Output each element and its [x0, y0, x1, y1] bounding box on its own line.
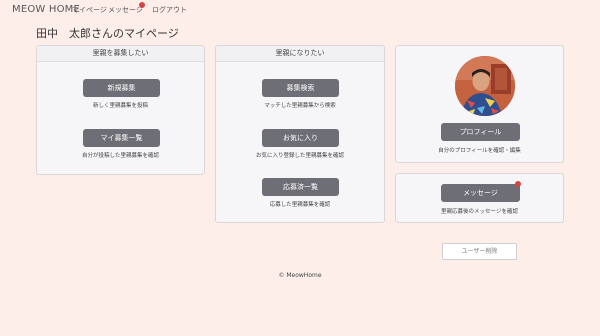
favorites-desc: お気に入り登録した里親募集を確認 [255, 153, 344, 159]
recruit-card: 里親を募集したい 新規募集 新しく里親募集を投稿 マイ募集一覧 自分が投稿した里… [36, 45, 205, 175]
footer-copyright: © MeowHome [278, 272, 322, 279]
messages-desc: 里親応募後のメッセージを確認 [441, 209, 518, 215]
adopt-card-header: 里親になりたい [216, 46, 384, 62]
profile-card: プロフィール 自分のプロフィールを確認・編集 [395, 45, 564, 163]
recruit-card-header: 里親を募集したい [37, 46, 204, 62]
search-recruits-desc: マッチした里親募集から検索 [264, 103, 336, 109]
my-recruits-button[interactable]: マイ募集一覧 [83, 129, 160, 147]
messages-button[interactable]: メッセージ [441, 184, 520, 202]
applied-list-button[interactable]: 応募済一覧 [262, 178, 339, 196]
applied-list-desc: 応募した里親募集を確認 [269, 202, 331, 208]
search-recruits-button[interactable]: 募集検索 [262, 79, 339, 97]
new-recruit-desc: 新しく里親募集を投稿 [92, 103, 148, 109]
delete-user-button[interactable]: ユーザー削除 [442, 243, 517, 260]
profile-desc: 自分のプロフィールを確認・編集 [438, 148, 521, 154]
brand-logo[interactable]: MEOW HOME [12, 4, 80, 15]
profile-button[interactable]: プロフィール [441, 123, 520, 141]
avatar-photo [455, 56, 515, 116]
message-notification-dot-icon [515, 181, 521, 187]
adopt-card: 里親になりたい 募集検索 マッチした里親募集から検索 お気に入り お気に入り登録… [215, 45, 385, 223]
top-nav: MEOW HOME マイページ メッセージ ログアウト [0, 0, 600, 20]
nav-mypage-link[interactable]: マイページ [72, 5, 107, 15]
nav-messages-link[interactable]: メッセージ [108, 5, 143, 15]
page-title: 田中 太郎さんのマイページ [36, 27, 179, 40]
message-card: メッセージ 里親応募後のメッセージを確認 [395, 173, 564, 223]
avatar [455, 56, 515, 116]
notification-dot-icon [139, 2, 145, 8]
nav-logout-link[interactable]: ログアウト [152, 5, 187, 15]
new-recruit-button[interactable]: 新規募集 [83, 79, 160, 97]
favorites-button[interactable]: お気に入り [262, 129, 339, 147]
my-recruits-desc: 自分が投稿した里親募集を確認 [81, 153, 159, 159]
